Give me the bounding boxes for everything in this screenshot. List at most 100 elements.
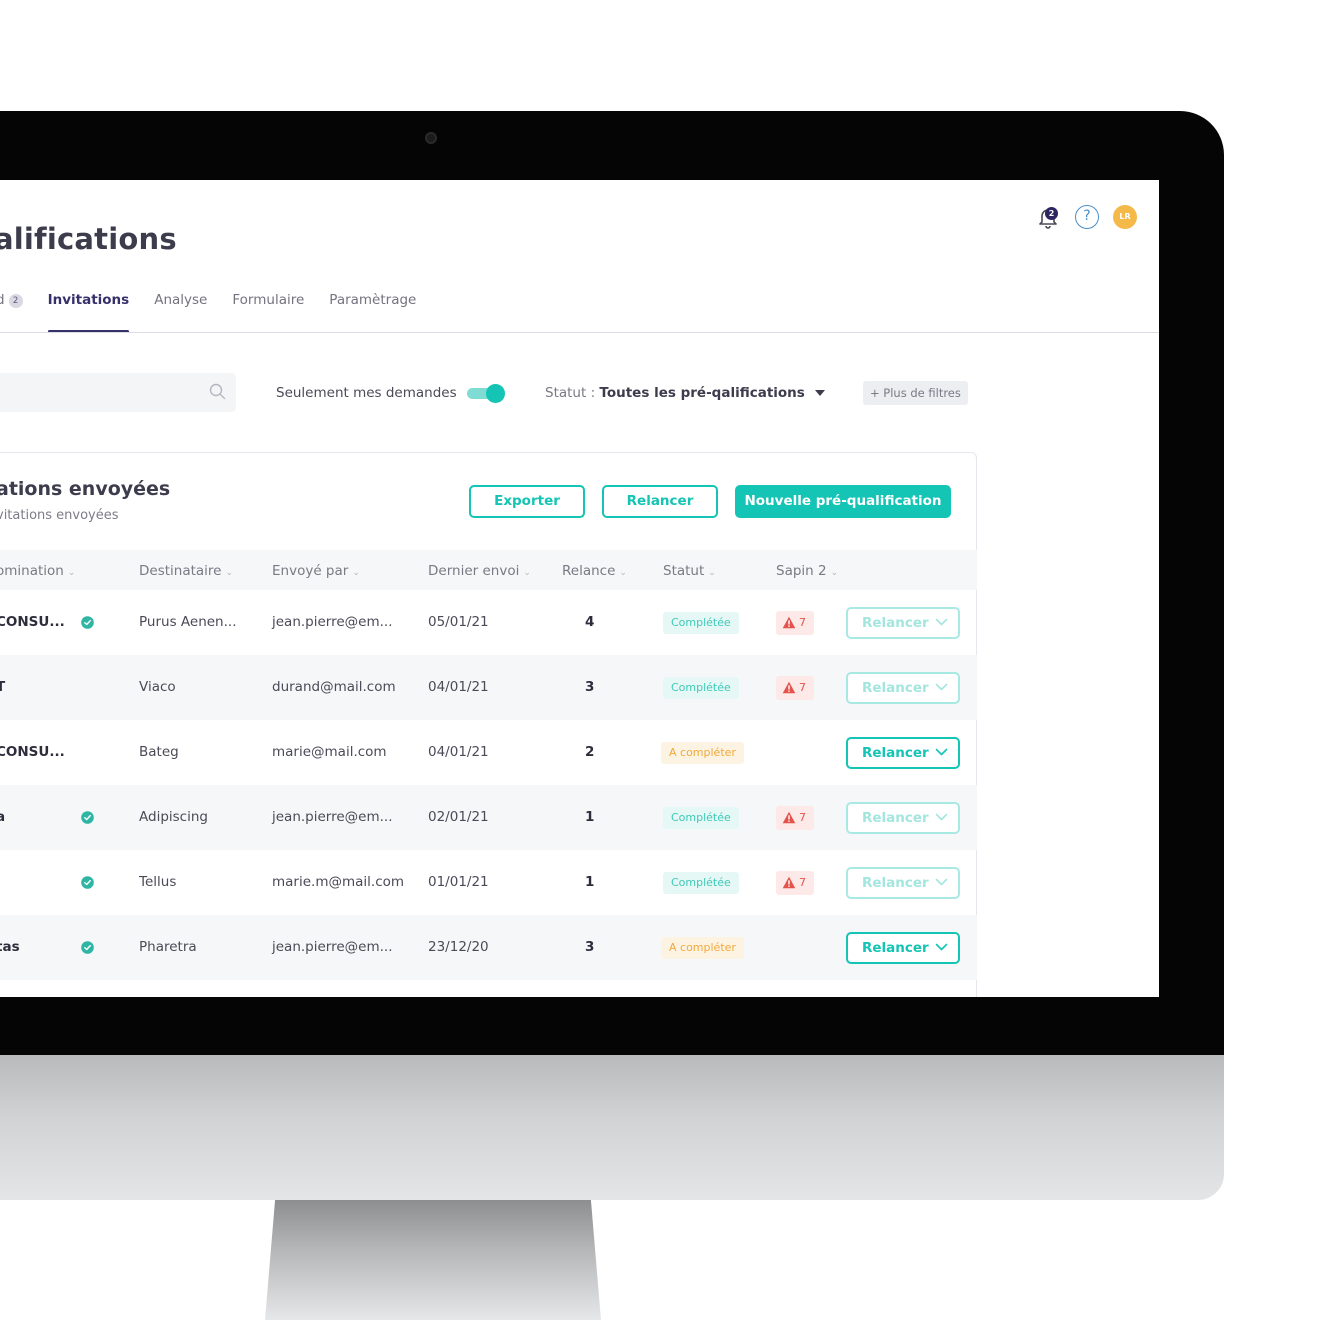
relaunch-row-label: Relancer (862, 874, 929, 891)
status-badge: Complétée (663, 676, 739, 699)
sort-chevron-icon: ⌄ (352, 568, 360, 578)
cell-sender: jean.pierre@em... (272, 808, 393, 825)
cell-relance-count: 3 (585, 678, 595, 695)
warning-triangle-icon (782, 681, 796, 693)
cell-sender: marie.m@mail.com (272, 873, 405, 890)
cell-recipient: Bateg (139, 743, 179, 760)
chevron-down-icon (935, 618, 948, 625)
warning-triangle-icon (782, 616, 796, 628)
notifications-button[interactable]: 2 (1035, 204, 1061, 230)
only-mine-toggle[interactable] (467, 384, 505, 403)
cell-relance-count: 2 (585, 743, 595, 760)
cell-last-sent: 01/01/21 (428, 873, 489, 890)
relaunch-row-button[interactable]: Relancer (846, 931, 960, 964)
column-label: Destinataire (139, 563, 222, 579)
monitor-camera (425, 132, 437, 144)
column-label: Envoyé par (272, 563, 349, 579)
cell-recipient: Tellus (139, 873, 177, 890)
caret-down-icon (814, 390, 825, 396)
toggle-knob (486, 384, 505, 403)
export-button[interactable]: Exporter (469, 485, 585, 518)
cell-relance-count: 1 (585, 808, 595, 825)
sapin-alert-badge: 7 (776, 675, 814, 700)
tab-bar: d 2 Invitations Analyse Formulaire Param… (0, 292, 416, 333)
status-badge: Complétée (663, 806, 739, 829)
column-sender[interactable]: Envoyé par ⌄ (272, 563, 360, 579)
tab-formulaire[interactable]: Formulaire (232, 292, 304, 332)
sapin-alert-count: 7 (799, 875, 806, 889)
user-avatar[interactable]: LR (1113, 205, 1137, 229)
tab-invitations[interactable]: Invitations (47, 292, 130, 333)
sort-chevron-icon: ⌄ (523, 568, 531, 578)
relaunch-row-label: Relancer (862, 679, 929, 696)
cell-denomination: a (0, 808, 6, 825)
cell-denomination: CONSU... (0, 743, 65, 760)
relaunch-row-label: Relancer (862, 614, 929, 631)
cell-recipient: Pharetra (139, 938, 197, 955)
status-filter-dropdown[interactable]: Statut : Toutes les pré-qalifications (545, 385, 825, 401)
chevron-down-icon (935, 878, 948, 885)
more-filters-button[interactable]: + Plus de filtres (863, 381, 968, 405)
relaunch-row-label: Relancer (862, 809, 929, 826)
verified-badge-icon (81, 615, 94, 629)
sort-chevron-icon: ⌄ (708, 568, 716, 578)
cell-denomination: T (0, 678, 6, 695)
cell-last-sent: 04/01/21 (428, 743, 489, 760)
cell-relance-count: 1 (585, 873, 595, 890)
chevron-down-icon (935, 683, 948, 690)
relaunch-row-button[interactable]: Relancer (846, 606, 960, 639)
warning-triangle-icon (782, 876, 796, 888)
cell-sender: marie@mail.com (272, 743, 387, 760)
top-right-actions: 2 ? LR (1035, 204, 1137, 230)
warning-triangle-icon (782, 811, 796, 823)
cell-relance-count: 4 (585, 613, 595, 630)
column-recipient[interactable]: Destinataire ⌄ (139, 563, 233, 579)
column-label: omination (0, 563, 64, 579)
search-input[interactable] (0, 373, 236, 412)
column-relance[interactable]: Relance ⌄ (562, 563, 627, 579)
cell-last-sent: 04/01/21 (428, 678, 489, 695)
cell-denomination: CONSU... (0, 613, 65, 630)
tab-dashboard[interactable]: d 2 (0, 292, 23, 332)
sapin-alert-badge: 7 (776, 805, 814, 830)
tab-label: Analyse (154, 292, 208, 308)
relaunch-row-label: Relancer (862, 744, 929, 761)
chevron-down-icon (935, 943, 948, 950)
relaunch-all-button[interactable]: Relancer (602, 485, 718, 518)
new-prequalification-button[interactable]: Nouvelle pré-qualification (735, 485, 951, 518)
relaunch-row-button[interactable]: Relancer (846, 866, 960, 899)
status-filter-value: Toutes les pré-qalifications (599, 385, 805, 401)
sapin-alert-count: 7 (799, 680, 806, 694)
notifications-badge: 2 (1045, 207, 1058, 220)
verified-badge-icon (81, 810, 94, 824)
status-badge: A compléter (661, 936, 744, 959)
tab-label: Invitations (47, 292, 130, 308)
monitor-chin (0, 1055, 1224, 1200)
help-button[interactable]: ? (1075, 205, 1099, 229)
tab-parametrage[interactable]: Paramètrage (329, 292, 416, 332)
tab-label: Paramètrage (329, 292, 417, 308)
status-badge: Complétée (663, 611, 739, 634)
sort-chevron-icon: ⌄ (225, 568, 234, 578)
cell-sender: jean.pierre@em... (272, 613, 393, 630)
relaunch-row-button[interactable]: Relancer (846, 671, 960, 704)
card-subtitle: vitations envoyées (0, 508, 119, 523)
chevron-down-icon (935, 748, 948, 755)
status-badge: Complétée (663, 871, 739, 894)
tab-analyse[interactable]: Analyse (154, 292, 207, 332)
column-sapin[interactable]: Sapin 2 ⌄ (776, 563, 838, 579)
cell-recipient: Viaco (139, 678, 176, 695)
cell-denomination: tas (0, 938, 20, 955)
sort-chevron-icon: ⌄ (619, 568, 627, 578)
cell-last-sent: 02/01/21 (428, 808, 489, 825)
column-status[interactable]: Statut ⌄ (663, 563, 716, 579)
relaunch-row-button[interactable]: Relancer (846, 801, 960, 834)
sapin-alert-count: 7 (799, 615, 806, 629)
verified-badge-icon (81, 875, 94, 889)
sapin-alert-count: 7 (799, 810, 806, 824)
column-denomination[interactable]: omination ⌄ (0, 563, 75, 579)
relaunch-row-button[interactable]: Relancer (846, 736, 960, 769)
column-label: Statut (663, 563, 705, 579)
column-label: Relance (562, 563, 616, 579)
column-last-sent[interactable]: Dernier envoi ⌄ (428, 563, 531, 579)
